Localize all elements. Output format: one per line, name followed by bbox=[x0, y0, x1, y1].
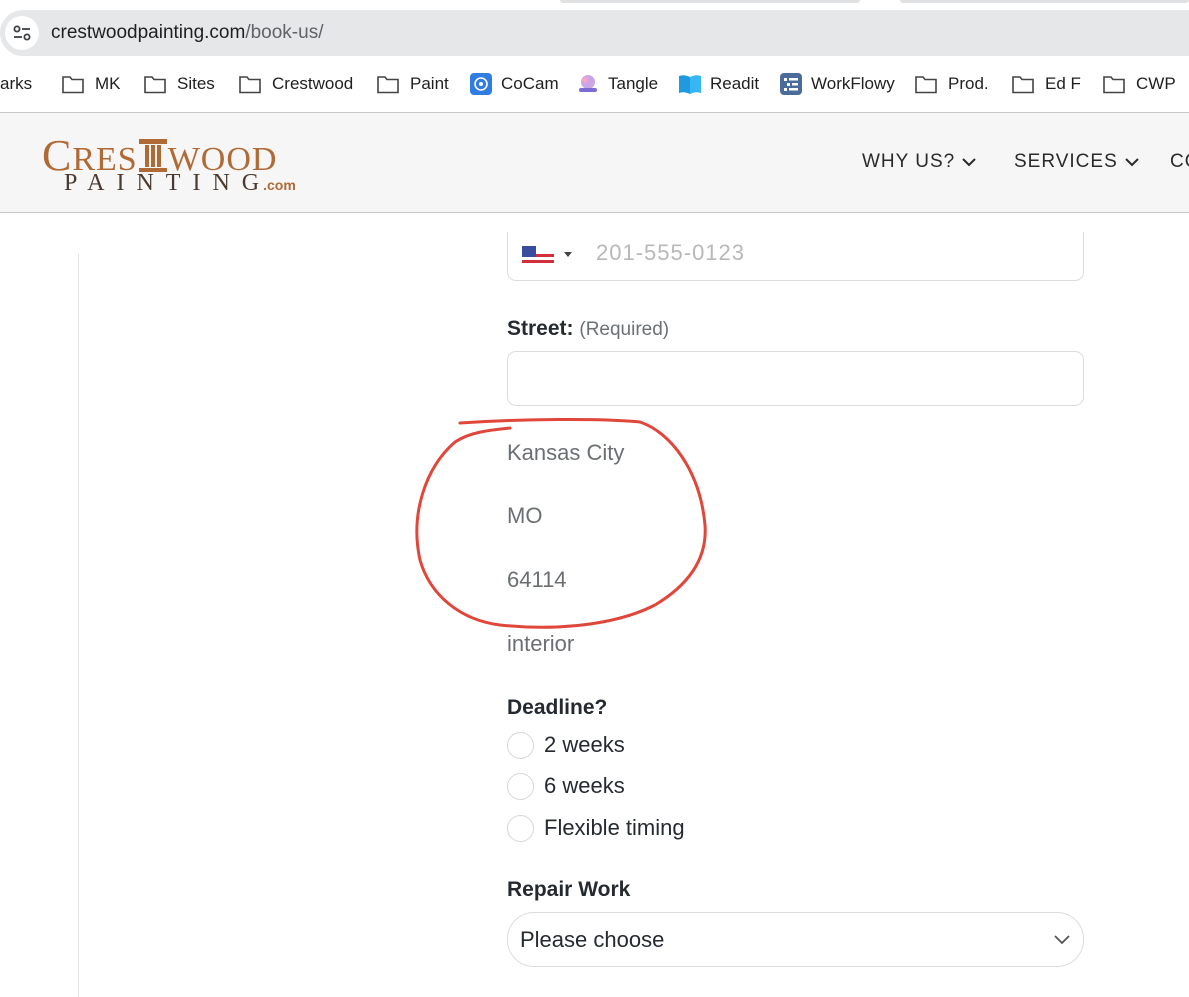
radio-2-weeks[interactable]: 2 weeks bbox=[507, 731, 625, 759]
project-type-value: interior bbox=[507, 631, 575, 656]
city-value: Kansas City bbox=[507, 440, 625, 465]
bookmark-label: Sites bbox=[177, 74, 215, 93]
phone-input[interactable]: 201-555-0123 bbox=[507, 232, 1084, 281]
chevron-down-icon bbox=[1054, 935, 1070, 945]
street-label: Street: (Required) bbox=[507, 317, 670, 340]
bookmark-label: Prod. bbox=[948, 74, 989, 93]
nav-services[interactable]: SERVICES bbox=[1014, 150, 1140, 174]
radio-label: Flexible timing bbox=[544, 815, 685, 840]
url-domain: crestwoodpainting.com bbox=[51, 22, 246, 43]
bookmark-item[interactable]: arks bbox=[0, 64, 32, 104]
required-note: (Required) bbox=[579, 319, 670, 340]
chevron-down-icon bbox=[962, 158, 976, 167]
folder-icon bbox=[61, 73, 85, 95]
select-value: Please choose bbox=[520, 927, 665, 952]
address-bar[interactable]: crestwoodpainting.com/book-us/ bbox=[0, 10, 1189, 56]
column-icon bbox=[138, 139, 167, 172]
folder-icon bbox=[143, 73, 167, 95]
repair-select[interactable]: Please choose bbox=[507, 912, 1084, 967]
folder-icon bbox=[376, 73, 400, 95]
content-border bbox=[78, 254, 79, 997]
tab-edge bbox=[560, 0, 860, 3]
site-logo[interactable]: CRES WOOD PAINTING.com bbox=[42, 134, 302, 196]
cocam-icon bbox=[469, 73, 493, 95]
bookmark-label: Crestwood bbox=[272, 74, 354, 93]
radio-button[interactable] bbox=[507, 814, 534, 842]
url-text[interactable]: crestwoodpainting.com/book-us/ bbox=[51, 21, 323, 45]
bookmark-item[interactable]: Crestwood bbox=[238, 64, 353, 104]
workflowy-icon bbox=[779, 73, 803, 95]
folder-icon bbox=[1102, 73, 1126, 95]
us-flag-icon[interactable] bbox=[522, 246, 554, 266]
bookmark-label: Tangle bbox=[608, 74, 659, 93]
phone-placeholder: 201-555-0123 bbox=[596, 240, 746, 265]
tangle-icon bbox=[576, 73, 600, 95]
tab-strip bbox=[0, 0, 1189, 10]
chevron-down-icon bbox=[1125, 158, 1139, 167]
bookmark-label: CWP bbox=[1136, 74, 1176, 93]
bookmark-item[interactable]: Tangle bbox=[576, 64, 658, 104]
folder-icon bbox=[238, 73, 262, 95]
bookmark-label: Readit bbox=[710, 74, 760, 93]
repair-label: Repair Work bbox=[507, 878, 631, 901]
radio-button[interactable] bbox=[507, 731, 534, 759]
zip-value: 64114 bbox=[507, 567, 567, 592]
nav-label: WHY US? bbox=[862, 151, 956, 172]
state-value: MO bbox=[507, 503, 543, 528]
nav-why-us[interactable]: WHY US? bbox=[862, 150, 977, 174]
bookmark-item[interactable]: Sites bbox=[143, 64, 215, 104]
site-header: CRES WOOD PAINTING.com bbox=[0, 113, 1189, 213]
bookmark-item[interactable]: Ed F bbox=[1011, 64, 1081, 104]
nav-contact[interactable]: CO bbox=[1170, 150, 1189, 174]
bookmark-item[interactable]: CoCam bbox=[469, 64, 559, 104]
bookmark-label: Paint bbox=[410, 74, 449, 93]
nav-label: CO bbox=[1170, 151, 1189, 172]
bookmarks-bar: arks MK Sites Crestwood Paint CoCam Tang… bbox=[0, 64, 1189, 104]
url-path: /book-us/ bbox=[245, 22, 324, 43]
bookmark-label: Ed F bbox=[1045, 74, 1081, 93]
bookmark-label: arks bbox=[0, 74, 33, 93]
bookmark-item[interactable]: Paint bbox=[376, 64, 449, 104]
radio-6-weeks[interactable]: 6 weeks bbox=[507, 772, 625, 800]
bookmark-label: MK bbox=[95, 74, 121, 93]
radio-label: 2 weeks bbox=[544, 732, 625, 757]
radio-flexible[interactable]: Flexible timing bbox=[507, 814, 685, 842]
folder-icon bbox=[1011, 73, 1035, 95]
caret-down-icon[interactable] bbox=[564, 252, 572, 257]
radio-label: 6 weeks bbox=[544, 773, 625, 798]
book-icon bbox=[678, 73, 702, 95]
street-input[interactable] bbox=[507, 351, 1084, 406]
folder-icon bbox=[914, 73, 938, 95]
bookmark-label: WorkFlowy bbox=[811, 74, 895, 93]
site-info-icon[interactable] bbox=[5, 16, 39, 50]
tab-edge bbox=[900, 0, 1189, 3]
logo-subline: PAINTING.com bbox=[64, 170, 296, 196]
deadline-label: Deadline? bbox=[507, 696, 608, 719]
nav-label: SERVICES bbox=[1014, 151, 1118, 172]
bookmark-item[interactable]: CWP bbox=[1102, 64, 1176, 104]
bookmark-item[interactable]: WorkFlowy bbox=[779, 64, 895, 104]
bookmark-label: CoCam bbox=[501, 74, 559, 93]
bookmark-item[interactable]: Prod. bbox=[914, 64, 989, 104]
bookmark-item[interactable]: Readit bbox=[678, 64, 759, 104]
radio-button[interactable] bbox=[507, 772, 534, 800]
bookmark-item[interactable]: MK bbox=[61, 64, 121, 104]
